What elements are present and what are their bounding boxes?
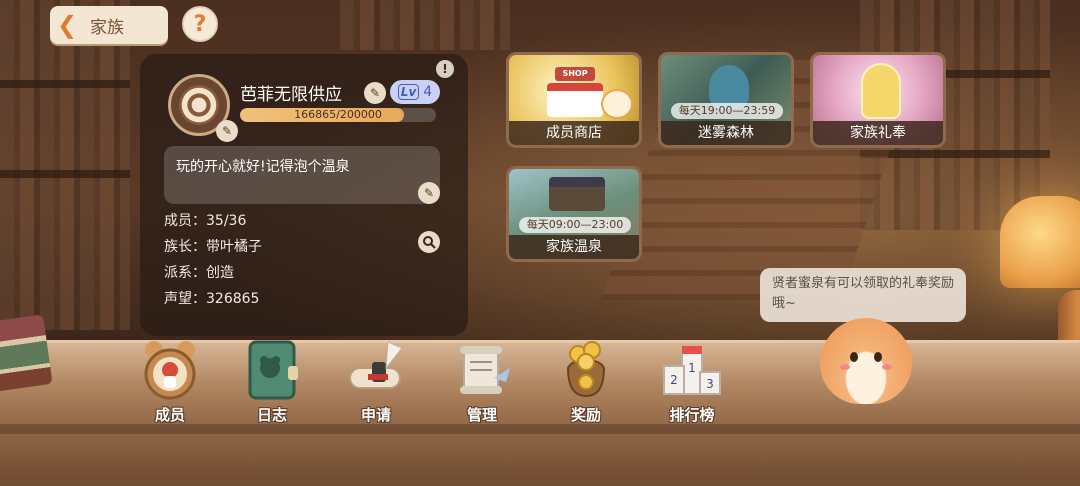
stat-reputation: 声望：326865 (164, 291, 260, 307)
sage-mascot[interactable] (820, 318, 912, 404)
search-icon (423, 236, 436, 249)
reward-coin-bag-icon (554, 338, 618, 402)
nav-label: 奖励 (570, 406, 601, 424)
bathhouse-icon (549, 177, 605, 211)
nav-applications[interactable]: 申请 (336, 338, 416, 428)
mascot-cheek (840, 364, 850, 370)
flower-crest-icon (179, 85, 219, 125)
application-scroll-icon (344, 338, 408, 402)
page-title: 家族 (90, 17, 124, 38)
level-badge: Lv 4 (390, 80, 440, 104)
card-label: 成员商店 (509, 121, 639, 145)
svg-text:2: 2 (670, 373, 678, 387)
nav-journal[interactable]: 日志 (232, 338, 312, 428)
nav-management[interactable]: 管理 (442, 338, 522, 428)
management-scroll-icon (450, 338, 514, 402)
member-medal-icon (138, 338, 202, 402)
family-name: 芭菲无限供应 (240, 85, 342, 105)
journal-book-icon (240, 338, 304, 402)
bookshelf-top (340, 0, 510, 50)
pencil-icon: ✎ (369, 86, 381, 100)
search-leader-button[interactable] (418, 231, 440, 253)
card-family-offering[interactable]: 家族礼奉 (810, 52, 946, 148)
card-time: 每天09:00—23:00 (519, 217, 631, 233)
mascot-face-icon (601, 89, 633, 119)
nav-label: 管理 (466, 406, 497, 424)
edit-motto-button[interactable]: ✎ (418, 182, 440, 204)
nav-members[interactable]: 成员 (130, 338, 210, 428)
card-label: 家族温泉 (509, 235, 639, 259)
edit-emblem-button[interactable]: ✎ (216, 120, 238, 142)
stat-leader: 族长：带叶橘子 (164, 239, 262, 255)
svg-text:1: 1 (688, 361, 696, 375)
motto-text: 玩的开心就好!记得泡个温泉 (176, 159, 350, 175)
stat-members: 成员：35/36 (164, 213, 247, 229)
card-member-shop[interactable]: SHOP 成员商店 (506, 52, 642, 148)
nav-label: 排行榜 (669, 406, 715, 424)
nav-label: 成员 (154, 406, 185, 424)
leaderboard-podium-icon: 1 2 3 (660, 338, 724, 402)
card-label: 家族礼奉 (813, 121, 943, 145)
shop-building-icon (547, 83, 603, 117)
pencil-icon: ✎ (221, 124, 233, 138)
lamp-shade (1000, 196, 1080, 288)
shelf-plank (0, 170, 130, 178)
mascot-eye (874, 352, 882, 362)
card-label: 迷雾森林 (661, 121, 791, 145)
xp-progress-text: 166865/200000 (294, 108, 382, 121)
svg-text:3: 3 (706, 377, 714, 391)
shop-sign: SHOP (555, 67, 595, 81)
info-alert-icon[interactable]: ! (436, 60, 454, 78)
mascot-cheek (882, 364, 892, 370)
stat-faction: 派系：创造 (164, 265, 234, 281)
help-button[interactable]: ? (182, 6, 218, 42)
nav-label: 申请 (360, 406, 391, 424)
edit-name-button[interactable]: ✎ (364, 82, 386, 104)
card-misty-forest[interactable]: 每天19:00—23:59 迷雾森林 (658, 52, 794, 148)
card-time: 每天19:00—23:59 (671, 103, 783, 119)
nav-rewards[interactable]: 奖励 (546, 338, 626, 428)
mascot-speech-bubble[interactable]: 贤者蜜泉有可以领取的礼奉奖励哦~ (760, 268, 966, 322)
pencil-icon: ✎ (423, 186, 435, 200)
back-button[interactable]: ❮ 家族 (50, 6, 168, 44)
sage-figure-icon (861, 63, 901, 119)
back-arrow-icon: ❮ (56, 11, 78, 39)
nav-label: 日志 (256, 406, 287, 424)
level-value: 4 (423, 84, 433, 100)
bookshelf-left (0, 0, 130, 330)
shelf-plank (0, 80, 130, 88)
mascot-eye (850, 352, 858, 362)
question-icon: ? (193, 11, 207, 37)
nav-leaderboard[interactable]: 1 2 3 排行榜 (652, 338, 732, 428)
level-prefix: Lv (397, 84, 420, 100)
card-family-hot-spring[interactable]: 每天09:00—23:00 家族温泉 (506, 166, 642, 262)
